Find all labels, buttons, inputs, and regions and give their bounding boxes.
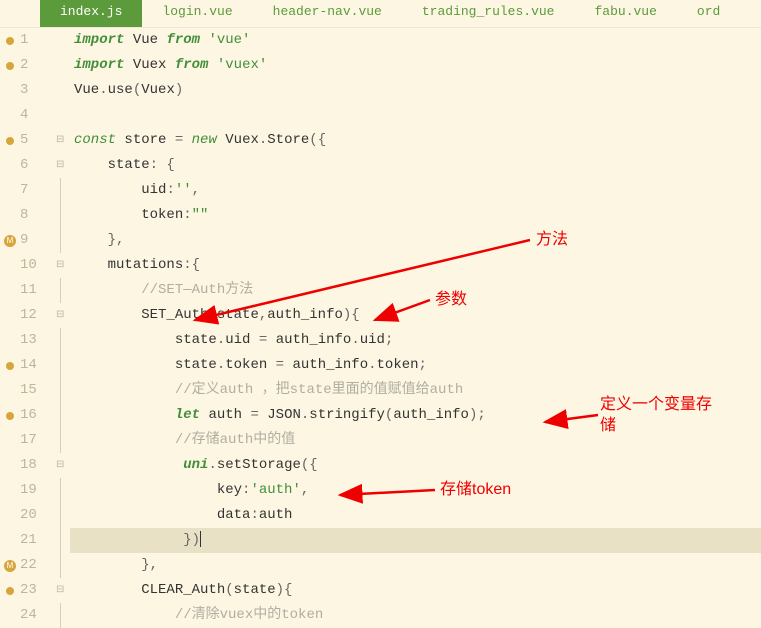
code-line-14[interactable]: state.token = auth_info.token;: [70, 353, 761, 378]
line-number: 9: [20, 228, 48, 253]
code-line-7[interactable]: uid:'',: [70, 178, 761, 203]
line-number: 24: [20, 603, 48, 628]
code-line-19[interactable]: key:'auth',: [70, 478, 761, 503]
code-line-1[interactable]: import Vue from 'vue': [70, 28, 761, 53]
line-number: 21: [20, 528, 48, 553]
code-editor: MM 1234567891011121314151617181920212223…: [0, 28, 761, 627]
code-line-2[interactable]: import Vuex from 'vuex': [70, 53, 761, 78]
tab-trading_rules-vue[interactable]: trading_rules.vue: [402, 0, 575, 27]
code-area[interactable]: import Vue from 'vue'import Vuex from 'v…: [70, 28, 761, 627]
code-line-18[interactable]: uni.setStorage({: [70, 453, 761, 478]
code-line-8[interactable]: token:"": [70, 203, 761, 228]
line-number: 3: [20, 78, 48, 103]
line-number: 8: [20, 203, 48, 228]
annotation-store-token: 存储token: [440, 475, 511, 499]
code-line-22[interactable]: },: [70, 553, 761, 578]
code-line-4[interactable]: [70, 103, 761, 128]
code-line-21[interactable]: }): [70, 528, 761, 553]
code-line-12[interactable]: SET_Auth(state,auth_info){: [70, 303, 761, 328]
tab-login-vue[interactable]: login.vue: [142, 0, 252, 27]
line-number: 18: [20, 453, 48, 478]
code-line-23[interactable]: CLEAR_Auth(state){: [70, 578, 761, 603]
line-number: 1: [20, 28, 48, 53]
line-number: 11: [20, 278, 48, 303]
code-line-11[interactable]: //SET—Auth方法: [70, 278, 761, 303]
line-number: 13: [20, 328, 48, 353]
breakpoint-gutter[interactable]: MM: [0, 28, 20, 627]
code-line-10[interactable]: mutations:{: [70, 253, 761, 278]
line-number: 20: [20, 503, 48, 528]
line-number: 17: [20, 428, 48, 453]
line-number: 14: [20, 353, 48, 378]
line-number: 4: [20, 103, 48, 128]
line-number: 12: [20, 303, 48, 328]
code-line-24[interactable]: //清除vuex中的token: [70, 603, 761, 628]
code-line-3[interactable]: Vue.use(Vuex): [70, 78, 761, 103]
line-number: 19: [20, 478, 48, 503]
line-number: 23: [20, 578, 48, 603]
annotation-param: 参数: [435, 285, 467, 309]
code-line-6[interactable]: state: {: [70, 153, 761, 178]
line-number: 10: [20, 253, 48, 278]
annotation-method: 方法: [536, 225, 568, 249]
line-number: 15: [20, 378, 48, 403]
line-number: 5: [20, 128, 48, 153]
annotation-define-var: 定义一个变量存储: [600, 395, 720, 437]
fold-gutter[interactable]: ⊟⊟⊟⊟⊟⊟: [56, 28, 70, 627]
line-number: 6: [20, 153, 48, 178]
line-number: 7: [20, 178, 48, 203]
line-number: 16: [20, 403, 48, 428]
line-number-gutter: 123456789101112131415161718192021222324: [20, 28, 56, 627]
code-line-13[interactable]: state.uid = auth_info.uid;: [70, 328, 761, 353]
line-number: 22: [20, 553, 48, 578]
code-line-5[interactable]: const store = new Vuex.Store({: [70, 128, 761, 153]
tab-fabu-vue[interactable]: fabu.vue: [574, 0, 676, 27]
code-line-9[interactable]: },: [70, 228, 761, 253]
tab-header-nav-vue[interactable]: header-nav.vue: [253, 0, 402, 27]
line-number: 2: [20, 53, 48, 78]
tab-ord[interactable]: ord: [677, 0, 740, 27]
tab-bar: index.jslogin.vueheader-nav.vuetrading_r…: [0, 0, 761, 28]
tab-index-js[interactable]: index.js: [40, 0, 142, 27]
code-line-20[interactable]: data:auth: [70, 503, 761, 528]
